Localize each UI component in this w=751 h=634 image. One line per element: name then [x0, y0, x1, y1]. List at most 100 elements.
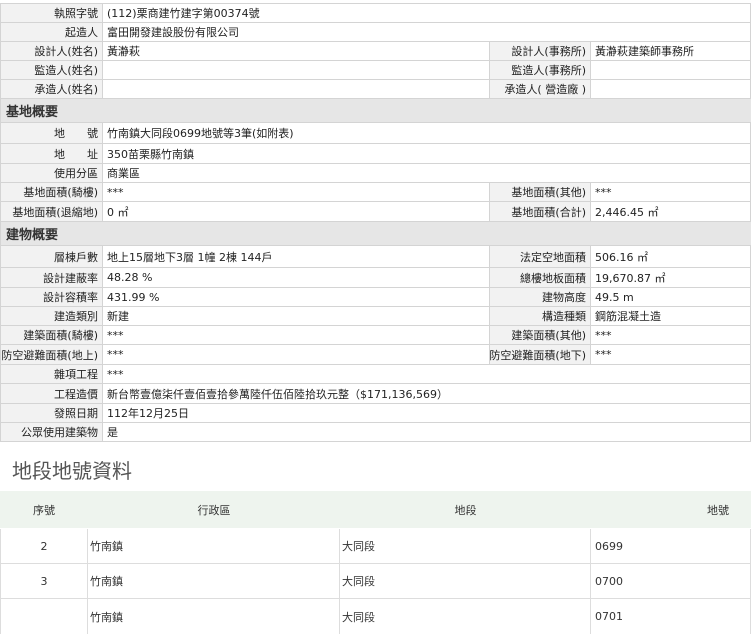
shelter-above-value: ***: [103, 345, 490, 365]
construction-type-label: 建造類別: [0, 307, 103, 326]
contractor-company-label: 承造人( 營造廠 ): [490, 80, 591, 99]
floors-units-value: 地上15層地下3層 1幢 2棟 144戶: [103, 246, 490, 268]
building-pair-row-3: 設計容積率 431.99 % 建物高度 49.5 m: [0, 288, 751, 307]
supervisor-office-value: [591, 61, 751, 80]
lot-number: 0701: [591, 599, 751, 634]
supervisor-name-value: [103, 61, 490, 80]
lot-number: 0699: [591, 529, 751, 563]
structure-type-value: 鋼筋混凝土造: [591, 307, 751, 326]
base-area-arcade-value: ***: [103, 183, 490, 202]
public-use-row: 公眾使用建築物 是: [0, 423, 751, 442]
building-height-value: 49.5 m: [591, 288, 751, 307]
issue-date-value: 112年12月25日: [103, 404, 751, 423]
shelter-below-label: 防空避難面積(地下): [490, 345, 591, 365]
issue-date-label: 發照日期: [0, 404, 103, 423]
lot-data-title: 地段地號資料: [12, 459, 132, 483]
misc-works-label: 雜項工程: [0, 365, 103, 384]
lot-section: 大同段: [340, 599, 591, 634]
construction-type-value: 新建: [103, 307, 490, 326]
lot-district: 竹南鎮: [88, 564, 340, 598]
table-row: 2 竹南鎮 大同段 0699: [0, 529, 751, 564]
lot-seq: [0, 599, 88, 634]
building-pair-row-4: 建造類別 新建 構造種類 鋼筋混凝土造: [0, 307, 751, 326]
open-space-area-label: 法定空地面積: [490, 246, 591, 268]
contractor-company-value: [591, 80, 751, 99]
base-area-row-2: 基地面積(退縮地) 0 ㎡ 基地面積(合計) 2,446.45 ㎡: [0, 202, 751, 222]
applicant-row: 起造人 富田開發建設股份有限公司: [0, 23, 751, 42]
lot-seq: 3: [0, 564, 88, 598]
building-pair-row-5: 建築面積(騎樓) *** 建築面積(其他) ***: [0, 326, 751, 345]
col-section-header: 地段: [454, 503, 477, 517]
project-cost-row: 工程造價 新台幣壹億柒仟壹佰壹拾參萬陸仟伍佰陸拾玖元整（$171,136,569…: [0, 384, 751, 404]
building-pair-row-2: 設計建蔽率 48.28 % 總樓地板面積 19,670.87 ㎡: [0, 268, 751, 288]
far-label: 設計容積率: [0, 288, 103, 307]
table-row: 竹南鎮 大同段 0701: [0, 599, 751, 634]
base-area-total-label: 基地面積(合計): [490, 202, 591, 222]
applicant-label: 起造人: [0, 23, 103, 42]
floors-units-label: 層棟戶數: [0, 246, 103, 268]
building-pair-row-1: 層棟戶數 地上15層地下3層 1幢 2棟 144戶 法定空地面積 506.16 …: [0, 246, 751, 268]
building-summary-heading: 建物概要: [0, 222, 751, 246]
open-space-area-value: 506.16 ㎡: [591, 246, 751, 268]
contractor-name-value: [103, 80, 490, 99]
lot-seq: 2: [0, 529, 88, 563]
base-address-value: 350苗栗縣竹南鎮: [103, 144, 751, 164]
base-lot-row: 地 號 竹南鎮大同段0699地號等3筆(如附表): [0, 123, 751, 144]
far-value: 431.99 %: [103, 288, 490, 307]
building-area-arcade-value: ***: [103, 326, 490, 345]
issue-date-row: 發照日期 112年12月25日: [0, 404, 751, 423]
zoning-value: 商業區: [103, 164, 751, 183]
lot-number: 0700: [591, 564, 751, 598]
structure-type-label: 構造種類: [490, 307, 591, 326]
base-area-other-value: ***: [591, 183, 751, 202]
project-cost-label: 工程造價: [0, 384, 103, 404]
supervisor-row: 監造人(姓名) 監造人(事務所): [0, 61, 751, 80]
zoning-row: 使用分區 商業區: [0, 164, 751, 183]
license-number-value: (112)栗商建竹建字第00374號: [103, 4, 751, 23]
building-area-other-value: ***: [591, 326, 751, 345]
building-height-label: 建物高度: [490, 288, 591, 307]
base-address-row: 地 址 350苗栗縣竹南鎮: [0, 144, 751, 164]
base-area-row-1: 基地面積(騎樓) *** 基地面積(其他) ***: [0, 183, 751, 202]
base-area-setback-value: 0 ㎡: [103, 202, 490, 222]
base-area-setback-label: 基地面積(退縮地): [0, 202, 103, 222]
building-area-other-label: 建築面積(其他): [490, 326, 591, 345]
misc-works-value: ***: [103, 365, 751, 384]
lot-district: 竹南鎮: [88, 599, 340, 634]
license-number-label: 執照字號: [0, 4, 103, 23]
designer-office-label: 設計人(事務所): [490, 42, 591, 61]
col-lot-header: 地號: [707, 503, 729, 517]
base-summary-heading: 基地概要: [0, 99, 751, 123]
shelter-above-label: 防空避難面積(地上): [0, 345, 103, 365]
base-lot-value: 竹南鎮大同段0699地號等3筆(如附表): [103, 123, 751, 144]
base-area-total-value: 2,446.45 ㎡: [591, 202, 751, 222]
designer-name-value: 黃瀞萩: [103, 42, 490, 61]
lot-table-header: 序號 行政區 地段 地號: [0, 491, 751, 528]
supervisor-name-label: 監造人(姓名): [0, 61, 103, 80]
zoning-label: 使用分區: [0, 164, 103, 183]
lot-section: 大同段: [340, 529, 591, 563]
base-area-arcade-label: 基地面積(騎樓): [0, 183, 103, 202]
designer-name-label: 設計人(姓名): [0, 42, 103, 61]
public-use-value: 是: [103, 423, 751, 442]
shelter-below-value: ***: [591, 345, 751, 365]
base-lot-label: 地 號: [0, 123, 103, 144]
table-row: 3 竹南鎮 大同段 0700: [0, 564, 751, 599]
col-district-header: 行政區: [197, 503, 231, 517]
public-use-label: 公眾使用建築物: [0, 423, 103, 442]
building-area-arcade-label: 建築面積(騎樓): [0, 326, 103, 345]
total-floor-area-value: 19,670.87 ㎡: [591, 268, 751, 288]
contractor-row: 承造人(姓名) 承造人( 營造廠 ): [0, 80, 751, 99]
lot-section: 大同段: [340, 564, 591, 598]
designer-office-value: 黃瀞萩建築師事務所: [591, 42, 751, 61]
building-pair-row-6: 防空避難面積(地上) *** 防空避難面積(地下) ***: [0, 345, 751, 365]
applicant-value: 富田開發建設股份有限公司: [103, 23, 751, 42]
supervisor-office-label: 監造人(事務所): [490, 61, 591, 80]
project-cost-value: 新台幣壹億柒仟壹佰壹拾參萬陸仟伍佰陸拾玖元整（$171,136,569）: [103, 384, 751, 404]
contractor-name-label: 承造人(姓名): [0, 80, 103, 99]
designer-row: 設計人(姓名) 黃瀞萩 設計人(事務所) 黃瀞萩建築師事務所: [0, 42, 751, 61]
base-area-other-label: 基地面積(其他): [490, 183, 591, 202]
coverage-ratio-label: 設計建蔽率: [0, 268, 103, 288]
total-floor-area-label: 總樓地板面積: [490, 268, 591, 288]
coverage-ratio-value: 48.28 %: [103, 268, 490, 288]
